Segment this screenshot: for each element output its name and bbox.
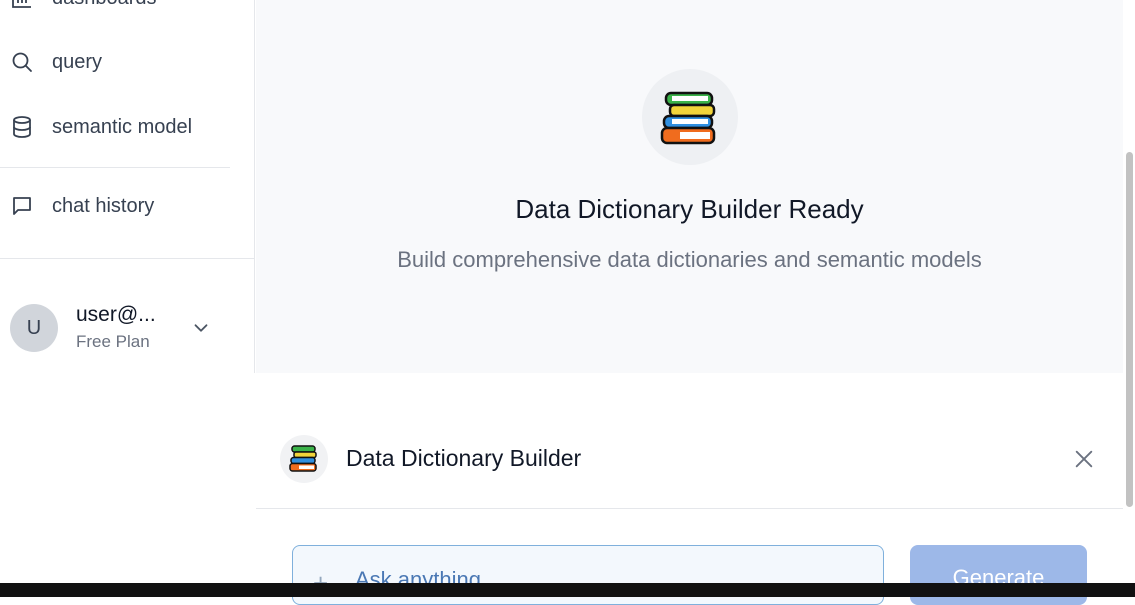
- taskbar-edge: [0, 583, 1135, 597]
- user-name: user@...: [76, 303, 156, 326]
- panel-logo: [280, 435, 328, 483]
- sidebar-item-semantic-model[interactable]: semantic model: [0, 107, 230, 147]
- scrollbar[interactable]: [1123, 0, 1135, 583]
- chat-panel: Data Dictionary Builder + Generate: [256, 373, 1123, 605]
- sidebar-divider: [0, 167, 230, 168]
- sidebar-divider: [0, 258, 255, 259]
- sidebar-item-dashboards[interactable]: dashboards: [0, 0, 230, 18]
- user-menu[interactable]: U user@... Free Plan: [0, 295, 255, 361]
- sidebar-item-label: chat history: [52, 194, 155, 217]
- panel-divider: [256, 508, 1123, 509]
- sidebar-item-label: query: [52, 50, 103, 73]
- scrollbar-thumb[interactable]: [1126, 152, 1133, 507]
- avatar: U: [10, 304, 58, 352]
- books-icon: [660, 91, 716, 145]
- empty-state: Data Dictionary Builder Ready Build comp…: [256, 0, 1123, 373]
- chat-bubble-icon: [13, 197, 31, 215]
- bar-chart-icon: [12, 0, 31, 8]
- page-title: Data Dictionary Builder Ready: [515, 194, 864, 224]
- user-plan: Free Plan: [76, 332, 150, 351]
- search-icon: [12, 52, 32, 72]
- database-icon: [13, 116, 31, 138]
- page-subtitle: Build comprehensive data dictionaries an…: [397, 247, 982, 272]
- sidebar-item-chat-history[interactable]: chat history: [0, 186, 230, 226]
- close-icon[interactable]: [1073, 448, 1095, 470]
- sidebar-item-label: semantic model: [52, 115, 193, 138]
- sidebar: dashboards query semantic model chat his…: [0, 0, 255, 373]
- sidebar-item-label: dashboards: [52, 0, 157, 10]
- books-icon: [289, 445, 317, 472]
- chevron-down-icon[interactable]: [190, 317, 212, 339]
- panel-title: Data Dictionary Builder: [346, 445, 582, 471]
- sidebar-item-query[interactable]: query: [0, 42, 230, 82]
- hero-logo: [642, 69, 738, 165]
